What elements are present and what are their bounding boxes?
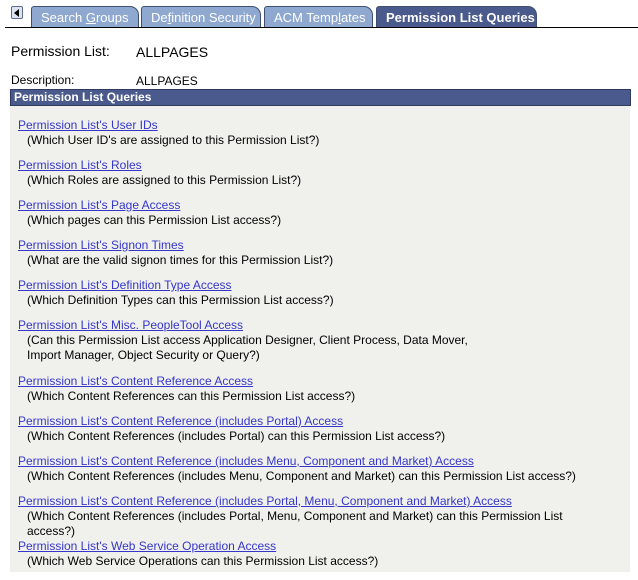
queries-panel: Permission List's User IDs (Which User I…	[10, 106, 630, 572]
section-header: Permission List Queries	[10, 89, 631, 106]
tab-definition-security[interactable]: Definition Security	[141, 6, 261, 28]
query-item: Permission List's Web Service Operation …	[18, 539, 602, 569]
description-value: ALLPAGES	[136, 74, 198, 88]
query-item: Permission List's Content Reference (inc…	[18, 414, 602, 444]
query-link-roles[interactable]: Permission List's Roles	[18, 158, 602, 173]
query-description: (Which Definition Types can this Permiss…	[27, 293, 334, 307]
query-description: (Which Content References (includes Port…	[27, 429, 446, 443]
query-description: (Which pages can this Permission List ac…	[27, 213, 282, 227]
query-item: Permission List's Misc. PeopleTool Acces…	[18, 318, 497, 363]
query-item: Permission List's User IDs (Which User I…	[18, 118, 602, 148]
tab-label: De	[151, 10, 168, 25]
query-link-content-reference-portal-menu-component-market[interactable]: Permission List's Content Reference (inc…	[18, 494, 587, 509]
query-description: (Which Content References can this Permi…	[27, 389, 356, 403]
tab-accesskey: G	[85, 10, 96, 25]
query-item: Permission List's Roles (Which Roles are…	[18, 158, 602, 188]
tab-label: roups	[95, 10, 129, 25]
query-link-definition-type-access[interactable]: Permission List's Definition Type Access	[18, 278, 602, 293]
query-link-page-access[interactable]: Permission List's Page Access	[18, 198, 602, 213]
query-link-content-reference-portal[interactable]: Permission List's Content Reference (inc…	[18, 414, 602, 429]
tab-label: ates	[340, 10, 366, 25]
tab-label: Search	[41, 10, 86, 25]
query-description: (Can this Permission List access Applica…	[27, 333, 468, 362]
query-item: Permission List's Content Reference (inc…	[18, 454, 602, 484]
query-link-misc-peopletool-access[interactable]: Permission List's Misc. PeopleTool Acces…	[18, 318, 497, 333]
query-description: (Which Web Service Operations can this P…	[27, 554, 379, 568]
tab-label: Permission List Queries	[386, 10, 535, 25]
tab-bar: Search Groups Definition Security ACM Te…	[0, 0, 638, 28]
tab-divider	[5, 27, 638, 28]
scroll-left-icon[interactable]	[11, 6, 23, 19]
query-link-content-reference-menu-component-market[interactable]: Permission List's Content Reference (inc…	[18, 454, 602, 469]
query-description: (Which Content References (includes Port…	[27, 509, 563, 538]
query-link-user-ids[interactable]: Permission List's User IDs	[18, 118, 602, 133]
query-link-web-service-operation-access[interactable]: Permission List's Web Service Operation …	[18, 539, 602, 554]
query-description: (Which Content References (includes Menu…	[27, 469, 576, 483]
tab-label: ACM Temp	[274, 10, 339, 25]
query-item: Permission List's Content Reference (inc…	[18, 494, 587, 539]
query-item: Permission List's Definition Type Access…	[18, 278, 602, 308]
query-item: Permission List's Page Access (Which pag…	[18, 198, 602, 228]
query-description: (Which User ID's are assigned to this Pe…	[27, 133, 320, 147]
query-item: Permission List's Content Reference Acce…	[18, 374, 602, 404]
tab-label: inition Security	[171, 10, 256, 25]
query-link-signon-times[interactable]: Permission List's Signon Times	[18, 238, 602, 253]
tab-permission-list-queries[interactable]: Permission List Queries	[376, 6, 537, 28]
query-description: (What are the valid signon times for thi…	[27, 253, 334, 267]
tab-acm-templates[interactable]: ACM Templates	[264, 6, 373, 28]
description-label: Description:	[11, 73, 75, 87]
tab-search-groups[interactable]: Search Groups	[31, 6, 139, 28]
permission-list-label: Permission List:	[11, 43, 110, 59]
query-description: (Which Roles are assigned to this Permis…	[27, 173, 302, 187]
query-item: Permission List's Signon Times (What are…	[18, 238, 602, 268]
permission-list-value: ALLPAGES	[136, 44, 209, 60]
query-link-content-reference-access[interactable]: Permission List's Content Reference Acce…	[18, 374, 602, 389]
